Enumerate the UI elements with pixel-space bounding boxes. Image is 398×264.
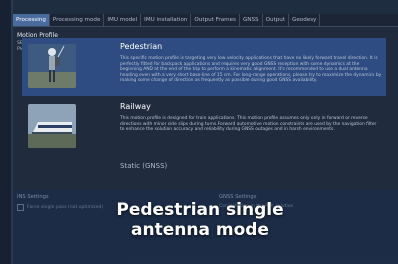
tab-output-frames[interactable]: Output Frames [191, 14, 240, 26]
profile-description-railway: This motion profile is designed for trai… [120, 116, 377, 132]
app-window: Processing Processing mode IMU model IMU… [0, 0, 398, 264]
profile-item-pedestrian[interactable]: Pedestrian This specific motion profile … [22, 38, 386, 96]
caption-overlay: Pedestrian single antenna mode [80, 190, 320, 250]
profile-list: Pedestrian This specific motion profile … [22, 38, 386, 196]
tab-processing[interactable]: Processing [13, 14, 50, 26]
tab-gnss[interactable]: GNSS [240, 14, 263, 26]
caption-line-2: antenna mode [131, 220, 269, 240]
profile-item-railway[interactable]: Railway This motion profile is designed … [22, 98, 386, 156]
caption-line-1: Pedestrian single [116, 200, 284, 220]
train-thumbnail [28, 104, 76, 148]
profile-name-static-gnss: Static (GNSS) [120, 162, 168, 170]
tab-bar: Processing Processing mode IMU model IMU… [13, 14, 398, 27]
tab-geodesy[interactable]: Geodesy [289, 14, 321, 26]
tab-processing-mode[interactable]: Processing mode [50, 14, 105, 26]
left-edge-strip [0, 0, 13, 264]
profile-description-pedestrian: This specific motion profile is targetin… [120, 56, 382, 83]
tab-imu-model[interactable]: IMU model [104, 14, 142, 26]
profile-name-railway: Railway [120, 102, 151, 111]
pedestrian-thumbnail [28, 44, 76, 88]
tab-output[interactable]: Output [263, 14, 290, 26]
tab-imu-installation[interactable]: IMU installation [141, 14, 192, 26]
profile-name-pedestrian: Pedestrian [120, 42, 163, 51]
